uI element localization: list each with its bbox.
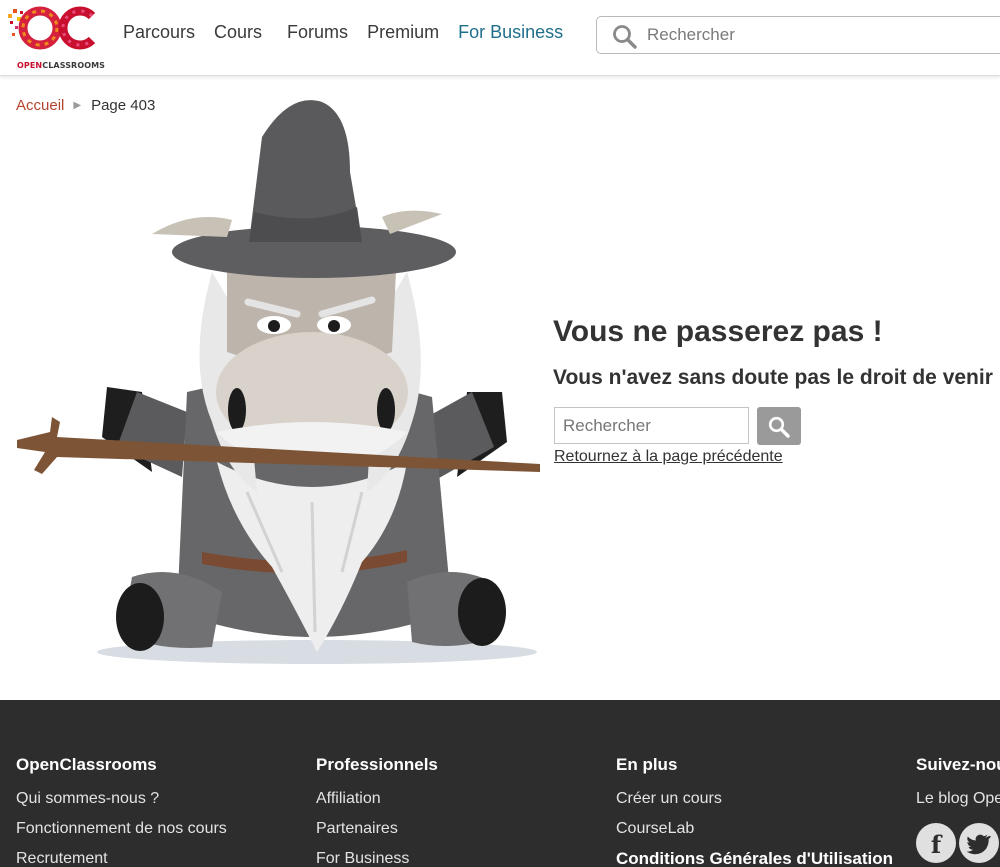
- footer-column-en-plus: En plus Créer un cours CourseLab Conditi…: [616, 755, 906, 867]
- footer-column-title: OpenClassrooms: [16, 755, 157, 774]
- back-link[interactable]: Retournez à la page précédente: [554, 448, 783, 466]
- wizard-donkey-illustration: [17, 100, 540, 664]
- footer-link-terms[interactable]: Conditions Générales d'Utilisation: [616, 844, 906, 867]
- oc-logo-mark-icon: [8, 6, 96, 50]
- error-subtitle: Vous n'avez sans doute pas le droit de v…: [553, 366, 993, 389]
- footer-column-openclassrooms: OpenClassrooms Qui sommes-nous ? Fonctio…: [16, 755, 306, 867]
- footer-link-for-business[interactable]: For Business: [316, 844, 606, 867]
- search-icon[interactable]: [612, 24, 638, 50]
- error-title: Vous ne passerez pas !: [553, 315, 883, 348]
- footer-column-title: Professionnels: [316, 755, 438, 774]
- footer-link-blog[interactable]: Le blog OpenClassrooms: [916, 784, 1000, 814]
- logo-wordmark: OPENCLASSROOMS: [17, 61, 105, 70]
- twitter-bird-icon: [966, 834, 991, 855]
- footer: OpenClassrooms Qui sommes-nous ? Fonctio…: [0, 700, 1000, 867]
- twitter-icon[interactable]: [959, 823, 999, 863]
- footer-link-partners[interactable]: Partenaires: [316, 814, 606, 844]
- footer-link-about[interactable]: Qui sommes-nous ?: [16, 784, 306, 814]
- facebook-icon[interactable]: f: [916, 823, 956, 863]
- search-icon: [768, 416, 790, 438]
- footer-link-courselab[interactable]: CourseLab: [616, 814, 906, 844]
- main-nav: Parcours Cours Forums Premium For Busine…: [123, 22, 563, 43]
- nav-forums[interactable]: Forums: [287, 22, 348, 43]
- footer-link-create-course[interactable]: Créer un cours: [616, 784, 906, 814]
- error-search-input[interactable]: [554, 407, 749, 444]
- footer-link-affiliation[interactable]: Affiliation: [316, 784, 606, 814]
- facebook-glyph: f: [930, 830, 942, 859]
- footer-column-suivez-nous: Suivez-nous Le blog OpenClassrooms: [916, 755, 1000, 814]
- top-header: OPENCLASSROOMS Parcours Cours Forums Pre…: [0, 0, 1000, 76]
- logo-text-open: OPEN: [17, 61, 43, 70]
- logo-text-classrooms: CLASSROOMS: [42, 61, 106, 70]
- footer-column-professionnels: Professionnels Affiliation Partenaires F…: [316, 755, 606, 867]
- header-search-input[interactable]: [647, 23, 987, 47]
- nav-for-business[interactable]: For Business: [458, 22, 563, 43]
- openclassrooms-logo[interactable]: OPENCLASSROOMS: [6, 6, 105, 70]
- header-search[interactable]: [596, 16, 1000, 54]
- error-search-button[interactable]: [757, 407, 801, 445]
- footer-column-title: Suivez-nous: [916, 755, 1000, 774]
- nav-premium[interactable]: Premium: [367, 22, 439, 43]
- nav-cours[interactable]: Cours: [214, 22, 262, 43]
- footer-link-recruitment[interactable]: Recrutement: [16, 844, 306, 867]
- footer-link-how-it-works[interactable]: Fonctionnement de nos cours: [16, 814, 306, 844]
- footer-column-title: En plus: [616, 755, 678, 774]
- nav-parcours[interactable]: Parcours: [123, 22, 195, 43]
